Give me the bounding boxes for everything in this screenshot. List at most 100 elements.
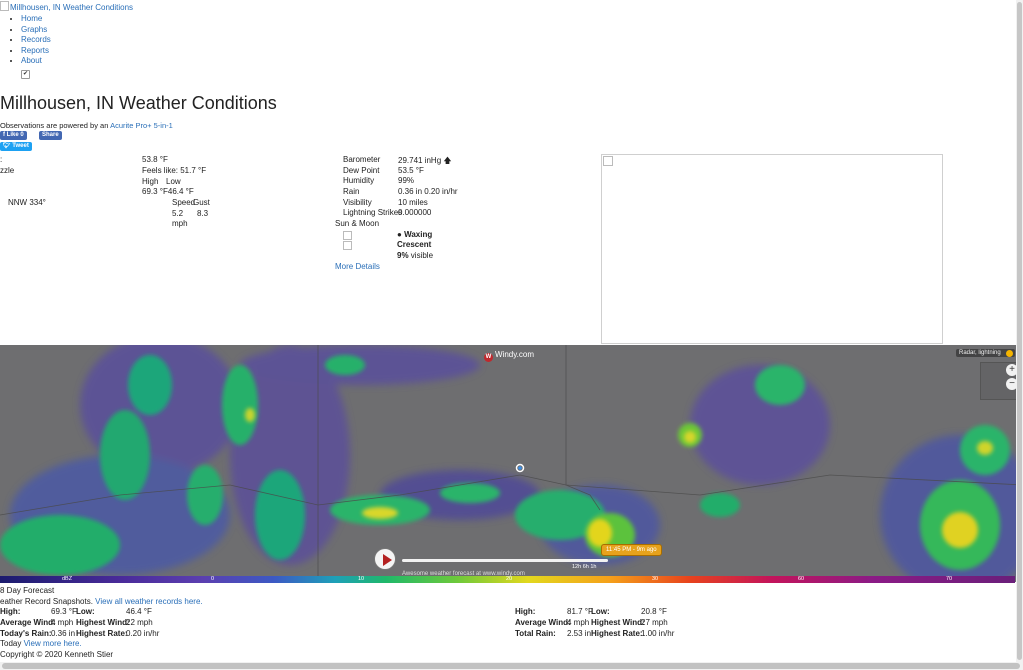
windy-brand[interactable]: W Windy.com <box>484 350 534 362</box>
play-icon <box>383 554 392 566</box>
lightning-value: 0.000000 <box>398 208 432 217</box>
left-hiwind-label: Highest Wind: <box>76 618 130 627</box>
moon-phase-line1: ● Waxing <box>397 230 432 239</box>
left-rate-value: 0.20 in/hr <box>126 629 160 638</box>
nav-item-graphs: Graphs <box>21 25 51 36</box>
rain-label: Rain <box>343 187 360 196</box>
right-rain-value: 2.53 in <box>567 629 592 638</box>
page-title: Millhousen, IN Weather Conditions <box>0 93 277 113</box>
nav-item-home: Home <box>21 14 51 25</box>
moon-phase-line2: Crescent <box>397 240 432 249</box>
nav-link-about[interactable]: About <box>21 56 42 65</box>
facebook-like-button[interactable]: f Like 0 <box>0 131 27 140</box>
lightning-label: Lightning Strikes <box>343 208 403 217</box>
nav-link-home[interactable]: Home <box>21 14 42 23</box>
sun-image-placeholder <box>343 231 352 240</box>
windy-brand-suffix: .com <box>516 350 534 359</box>
right-rate-label: Highest Rate: <box>591 629 643 638</box>
visibility-value: 10 miles <box>398 198 428 207</box>
layer-indicator-icon <box>1005 350 1013 357</box>
station-link[interactable]: Acurite Pro+ 5-in-1 <box>110 121 173 130</box>
horizontal-scrollbar[interactable] <box>0 662 1023 670</box>
nav-link-records[interactable]: Records <box>21 35 51 44</box>
moon-phase-word1: Waxing <box>404 230 433 239</box>
broken-image-icon <box>0 1 9 11</box>
left-avgwind-value: 4 mph <box>51 618 74 627</box>
tweet-button[interactable]: 🐦︎ Tweet <box>0 142 32 151</box>
dewpoint-label: Dew Point <box>343 166 380 175</box>
current-temperature: 53.8 °F <box>142 155 168 164</box>
legend-tick-20: 20 <box>506 576 513 582</box>
copyright-text: Copyright © 2020 Kenneth Stier <box>0 650 114 659</box>
sun-moon-label: Sun & Moon <box>335 219 380 228</box>
vertical-scrollbar[interactable] <box>1016 0 1023 662</box>
condition-text: zzle <box>0 166 15 175</box>
powered-by-prefix: Observations are powered by an <box>0 121 111 130</box>
site-logo-link[interactable]: Millhousen, IN Weather Conditions <box>0 1 133 12</box>
left-low-label: Low: <box>76 607 95 616</box>
timestamp-badge: 11:45 PM - 9m ago <box>601 544 662 556</box>
right-avgwind-label: Average Wind: <box>515 618 571 627</box>
tweet-label: Tweet <box>12 143 29 149</box>
legend-tick-10: 10 <box>358 576 365 582</box>
radar-overlay <box>0 345 1023 582</box>
left-hiwind-value: 22 mph <box>126 618 153 627</box>
left-rain-label: Today's Rain: <box>0 629 52 638</box>
high-low-values: 69.3 °F46.4 °F <box>142 187 194 196</box>
facebook-share-button[interactable]: Share <box>39 131 62 140</box>
right-hiwind-label: Highest Wind: <box>591 618 645 627</box>
arrow-up-icon: 🡅 <box>443 156 452 165</box>
windy-attribution[interactable]: Awesome weather forecast at www.windy.co… <box>402 571 525 577</box>
moon-phase-icon: ● <box>397 230 402 239</box>
right-high-label: High: <box>515 607 536 616</box>
windy-brand-name: Windy <box>495 350 517 359</box>
rain-value: 0.36 in 0.20 in/hr <box>398 187 458 196</box>
snapshots-prefix: eather Record Snapshots. <box>0 597 96 606</box>
timeline-slider[interactable] <box>402 559 608 562</box>
windy-radar-map[interactable] <box>0 345 1023 582</box>
today-prefix: Today <box>0 639 24 648</box>
layer-selector-chip[interactable]: Radar, lightning <box>956 349 1015 357</box>
left-high-value: 69.3 °F <box>51 607 77 616</box>
nav-item-about: About <box>21 56 51 67</box>
barometer-label: Barometer <box>343 155 381 164</box>
play-button[interactable] <box>374 548 396 570</box>
legend-tick-0: 0 <box>211 576 215 582</box>
high-label: High <box>142 177 159 186</box>
left-low-value: 46.4 °F <box>126 607 152 616</box>
humidity-value: 99% <box>398 176 415 185</box>
theme-toggle-checkbox[interactable]: ✔ <box>21 70 30 79</box>
horizontal-scroll-thumb[interactable] <box>2 663 1020 669</box>
main-nav: Home Graphs Records Reports About <box>12 14 51 67</box>
right-rain-label: Total Rain: <box>515 629 556 638</box>
left-rain-value: 0.36 in <box>51 629 76 638</box>
wind-speed-unit: mph <box>172 219 188 228</box>
wind-speed-label: Speed <box>172 198 196 207</box>
right-hiwind-value: 27 mph <box>641 618 668 627</box>
nav-item-records: Records <box>21 35 51 46</box>
more-details-link[interactable]: More Details <box>335 262 380 271</box>
wind-speed-value: 5.2 <box>172 209 184 218</box>
today-line: Today View more here. <box>0 639 82 648</box>
site-logo-alt: Millhousen, IN Weather Conditions <box>10 3 134 12</box>
left-avgwind-label: Average Wind: <box>0 618 56 627</box>
left-rate-label: Highest Rate: <box>76 629 128 638</box>
nav-link-graphs[interactable]: Graphs <box>21 25 47 34</box>
low-label: Low <box>166 177 181 186</box>
vertical-scroll-thumb[interactable] <box>1017 2 1022 660</box>
left-high-label: High: <box>0 607 21 616</box>
dewpoint-value: 53.5 °F <box>398 166 424 175</box>
right-low-value: 20.8 °F <box>641 607 667 616</box>
nav-link-reports[interactable]: Reports <box>21 46 49 55</box>
forecast-heading: 8 Day Forecast <box>0 586 55 595</box>
nav-item-reports: Reports <box>21 46 51 57</box>
wind-gust-label: Gust <box>193 198 210 207</box>
moon-visible: 9% visible <box>397 251 433 260</box>
view-more-link[interactable]: View more here. <box>24 639 82 648</box>
moon-visible-pct: 9% <box>397 251 409 260</box>
right-rate-value: 1.00 in/hr <box>641 629 675 638</box>
snapshots-line: eather Record Snapshots. View all weathe… <box>0 597 203 606</box>
view-records-link[interactable]: View all weather records here. <box>95 597 202 606</box>
feels-like: Feels like: 51.7 °F <box>142 166 207 175</box>
right-avgwind-value: 4 mph <box>567 618 590 627</box>
